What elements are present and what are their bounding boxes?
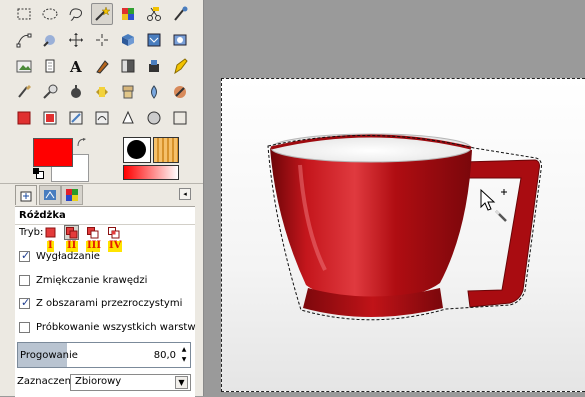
paintbrush-icon[interactable] — [91, 81, 113, 103]
airbrush-icon[interactable] — [143, 81, 165, 103]
move-icon[interactable] — [117, 29, 139, 51]
tool-options-icon — [20, 191, 32, 201]
pattern-preview[interactable] — [153, 137, 179, 163]
selection-mode-row: Zaznaczenie: Zbiorowy ▼ — [17, 374, 191, 392]
checkmark-icon: ✓ — [21, 296, 31, 309]
device-status-icon — [44, 190, 56, 200]
tool-options-panel: Różdżka Tryb: I II III IV ✓ Wygładzanie … — [15, 206, 196, 397]
selection-mode-select[interactable]: Zbiorowy ▼ — [70, 374, 191, 391]
dock-tabs: ◂ — [15, 184, 195, 206]
unified-transform-icon[interactable] — [169, 107, 191, 129]
mode-numeral-1: I — [48, 240, 53, 251]
rect-select-icon[interactable] — [13, 3, 35, 25]
measure-icon[interactable] — [91, 29, 113, 51]
text-icon[interactable] — [169, 55, 191, 77]
brush-preview[interactable] — [123, 137, 151, 163]
chevron-down-icon[interactable]: ▼ — [175, 376, 188, 389]
default-colors-icon[interactable] — [33, 168, 44, 179]
selection-mode-value: Zbiorowy — [75, 376, 122, 387]
mode-numeral-3: III — [87, 240, 102, 251]
mode-intersect-icon — [107, 226, 119, 238]
select-transparent-checkbox[interactable]: ✓ — [19, 296, 31, 309]
crop-icon[interactable] — [169, 29, 191, 51]
gradient-preview[interactable] — [123, 165, 179, 180]
antialiasing-checkbox[interactable]: ✓ — [19, 249, 31, 262]
ellipse-select-icon[interactable] — [39, 3, 61, 25]
blend-icon[interactable] — [39, 81, 61, 103]
threshold-slider[interactable]: Progowanie 80,0 ▲ ▼ — [17, 342, 191, 368]
mode-intersect-button[interactable] — [106, 225, 121, 240]
flip-icon[interactable] — [117, 55, 139, 77]
scale-icon[interactable] — [39, 55, 61, 77]
ink-icon[interactable] — [169, 81, 191, 103]
tab-tool-options[interactable] — [15, 185, 37, 205]
select-by-color-icon[interactable] — [117, 3, 139, 25]
color-picker-icon[interactable] — [39, 29, 61, 51]
mode-label: Tryb: — [19, 227, 44, 238]
fuzzy-select-icon[interactable] — [91, 3, 113, 25]
tab-palettes[interactable] — [61, 185, 83, 205]
paths-icon[interactable] — [13, 29, 35, 51]
toolbox: A ◂ Różdżka Tryb: I II III IV ✓ Wygładza… — [0, 0, 204, 397]
sample-merged-label: Próbkowanie wszystkich warstw — [36, 322, 196, 333]
palettes-icon — [66, 189, 78, 201]
mode-numeral-2: II — [67, 240, 77, 251]
shear-icon[interactable]: A — [65, 55, 87, 77]
foreground-color-swatch[interactable] — [33, 138, 73, 167]
dodge-burn-icon[interactable] — [143, 107, 165, 129]
image-canvas[interactable] — [221, 78, 585, 392]
blur-icon[interactable] — [91, 107, 113, 129]
align-icon[interactable] — [143, 29, 165, 51]
tab-menu-arrow-icon[interactable]: ◂ — [179, 188, 191, 200]
antialiasing-label: Wygładzanie — [36, 251, 100, 262]
feather-edges-label: Zmiękczanie krawędzi — [36, 275, 148, 286]
tool-options-title: Różdżka — [19, 210, 66, 221]
smudge-icon[interactable] — [117, 107, 139, 129]
feather-edges-checkbox[interactable] — [19, 275, 30, 286]
pencil-icon[interactable] — [65, 81, 87, 103]
mode-subtract-icon — [86, 226, 98, 238]
threshold-label: Progowanie — [20, 350, 78, 361]
cage-icon[interactable] — [143, 55, 165, 77]
mode-numeral-4: IV — [109, 240, 122, 251]
eraser-icon[interactable] — [117, 81, 139, 103]
swap-colors-icon[interactable] — [77, 138, 87, 148]
mode-subtract-button[interactable] — [85, 225, 100, 240]
free-select-icon[interactable] — [65, 3, 87, 25]
mode-add-icon — [65, 226, 77, 238]
rotate-icon[interactable] — [13, 55, 35, 77]
sample-merged-checkbox[interactable] — [19, 322, 30, 333]
threshold-increment-icon[interactable]: ▲ — [180, 345, 188, 355]
svg-text:A: A — [69, 58, 82, 75]
title-separator — [15, 224, 195, 225]
threshold-value[interactable]: 80,0 — [154, 350, 176, 361]
bucket-fill-icon[interactable] — [13, 81, 35, 103]
scissors-select-icon[interactable] — [143, 3, 165, 25]
checkmark-icon: ✓ — [21, 249, 31, 262]
foreground-select-icon[interactable] — [169, 3, 191, 25]
tab-device-status[interactable] — [39, 185, 61, 205]
canvas-area — [204, 0, 585, 396]
select-transparent-label: Z obszarami przezroczystymi — [36, 298, 183, 309]
perspective-icon[interactable] — [91, 55, 113, 77]
zoom-icon[interactable] — [65, 29, 87, 51]
mode-replace-button[interactable] — [43, 225, 58, 240]
threshold-decrement-icon[interactable]: ▼ — [180, 355, 188, 365]
clone-icon[interactable] — [13, 107, 35, 129]
perspective-clone-icon[interactable] — [65, 107, 87, 129]
mode-add-button[interactable] — [64, 225, 79, 240]
heal-icon[interactable] — [39, 107, 61, 129]
mode-replace-icon — [45, 227, 56, 238]
